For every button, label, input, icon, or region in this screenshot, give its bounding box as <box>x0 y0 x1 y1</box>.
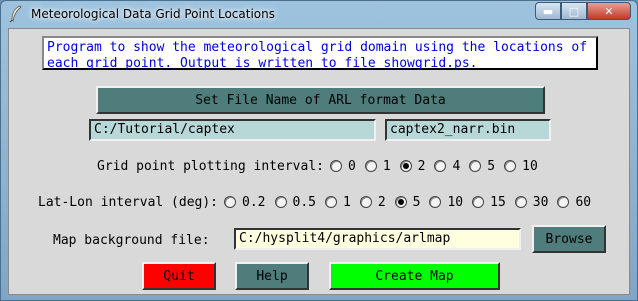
feather-icon <box>9 5 22 23</box>
radio-selected-icon[interactable] <box>394 196 407 208</box>
latlon-interval-option[interactable]: 0.2 <box>224 195 266 210</box>
grid-interval-option[interactable]: 2 <box>399 159 425 174</box>
map-background-row: Map background file: <box>53 230 216 250</box>
help-button[interactable]: Help <box>235 262 309 290</box>
latlon-interval-option[interactable]: 15 <box>472 195 506 210</box>
radio-icon[interactable] <box>557 196 570 208</box>
grid-interval-option[interactable]: 4 <box>434 159 460 174</box>
radio-icon[interactable] <box>469 160 482 172</box>
latlon-interval-option[interactable]: 5 <box>394 195 420 210</box>
minimize-button[interactable]: ▬ <box>535 2 561 20</box>
maximize-button[interactable]: □ <box>561 2 587 20</box>
radio-icon[interactable] <box>472 196 485 208</box>
latlon-interval-option[interactable]: 2 <box>359 195 386 210</box>
grid-interval-option[interactable]: 1 <box>364 159 391 174</box>
grid-interval-option[interactable]: 5 <box>469 159 495 174</box>
data-directory-field[interactable]: C:/Tutorial/captex <box>89 119 376 141</box>
grid-interval-option[interactable]: 0 <box>329 159 356 174</box>
radio-icon[interactable] <box>274 196 287 208</box>
close-button[interactable]: ✕ <box>587 2 631 20</box>
latlon-interval-option[interactable]: 10 <box>429 195 463 210</box>
window-controls: ▬ □ ✕ <box>535 2 631 20</box>
latlon-interval-row: Lat-Lon interval (deg): 0.2 0.5 1 2 5 10… <box>38 192 600 212</box>
title-bar[interactable]: Meteorological Data Grid Point Locations… <box>1 1 637 27</box>
grid-interval-option[interactable]: 10 <box>504 159 538 174</box>
grid-interval-row: Grid point plotting interval: 0 1 2 4 5 … <box>97 156 547 176</box>
radio-icon[interactable] <box>324 196 337 208</box>
map-background-label: Map background file: <box>53 232 210 248</box>
app-window: Meteorological Data Grid Point Locations… <box>0 0 638 301</box>
latlon-interval-option[interactable]: 60 <box>557 195 591 210</box>
quit-button[interactable]: Quit <box>142 262 216 290</box>
data-filename-field[interactable]: captex2_narr.bin <box>385 119 551 141</box>
radio-icon[interactable] <box>429 196 442 208</box>
browse-button[interactable]: Browse <box>532 225 606 253</box>
radio-selected-icon[interactable] <box>399 160 412 172</box>
radio-icon[interactable] <box>504 160 517 172</box>
description-text: Program to show the meteorological grid … <box>42 36 598 71</box>
main-panel: Program to show the meteorological grid … <box>8 28 630 295</box>
latlon-interval-option[interactable]: 0.5 <box>274 195 316 210</box>
radio-icon[interactable] <box>514 196 527 208</box>
set-file-name-button[interactable]: Set File Name of ARL format Data <box>96 86 545 114</box>
create-map-button[interactable]: Create Map <box>329 262 500 290</box>
radio-icon[interactable] <box>224 196 237 208</box>
latlon-interval-label: Lat-Lon interval (deg): <box>38 194 219 210</box>
radio-icon[interactable] <box>329 160 342 172</box>
radio-icon[interactable] <box>359 196 372 208</box>
radio-icon[interactable] <box>434 160 447 172</box>
window-title: Meteorological Data Grid Point Locations <box>31 7 275 21</box>
latlon-interval-option[interactable]: 1 <box>324 195 351 210</box>
radio-icon[interactable] <box>364 160 377 172</box>
latlon-interval-option[interactable]: 30 <box>514 195 548 210</box>
grid-interval-label: Grid point plotting interval: <box>97 158 324 174</box>
map-background-field[interactable]: C:/hysplit4/graphics/arlmap <box>234 228 521 250</box>
